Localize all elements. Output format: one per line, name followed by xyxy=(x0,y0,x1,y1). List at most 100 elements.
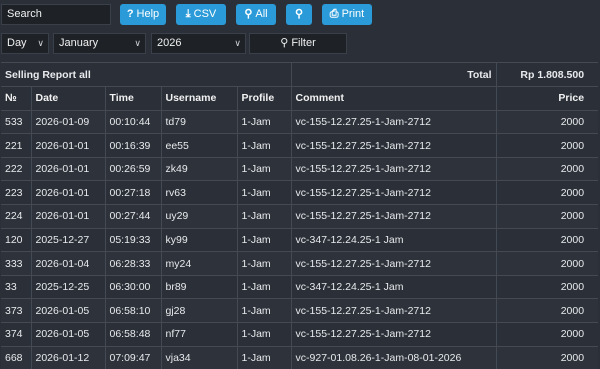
column-header-time[interactable]: Time xyxy=(105,86,162,111)
csv-label: CSV xyxy=(193,8,217,20)
cell-profile: 1-Jam xyxy=(237,204,292,229)
column-header-no[interactable]: № xyxy=(1,86,32,111)
report-title: Selling Report all xyxy=(1,63,292,88)
cell-comment: vc-155-12.27.25-1-Jam-2712 xyxy=(291,133,497,158)
filter-button[interactable]: ⚲ Filter xyxy=(249,33,347,54)
all-label: All xyxy=(255,8,268,20)
cell-profile: 1-Jam xyxy=(237,298,292,324)
cell-time: 00:10:44 xyxy=(105,110,162,135)
cell-profile: 1-Jam xyxy=(237,346,292,369)
cell-price: 2000 xyxy=(496,157,598,182)
chevron-down-icon: ∨ xyxy=(134,38,141,48)
download-icon: ⤓ xyxy=(185,8,191,20)
chevron-down-icon: ∨ xyxy=(234,38,241,48)
cell-no: 223 xyxy=(1,180,32,206)
report-summary-row: Selling Report all Total Rp 1.808.500 xyxy=(1,63,598,88)
cell-date: 2026-01-04 xyxy=(31,251,106,276)
csv-button[interactable]: ⤓ CSV xyxy=(176,4,226,25)
table-row: 224 2026-01-01 00:27:44 uy29 1-Jam vc-155-12.… xyxy=(1,204,598,229)
cell-time: 07:09:47 xyxy=(105,346,162,369)
search-icon: ⚲ xyxy=(294,8,304,20)
help-label: Help xyxy=(136,8,160,20)
cell-username: my24 xyxy=(161,251,238,276)
cell-username: br89 xyxy=(161,275,238,300)
help-button[interactable]: ? Help xyxy=(120,4,166,25)
cell-time: 00:26:59 xyxy=(105,157,162,182)
chevron-down-icon: ∨ xyxy=(37,38,44,48)
cell-time: 06:58:48 xyxy=(105,322,162,347)
cell-comment: vc-155-12.27.25-1-Jam-2712 xyxy=(291,157,497,182)
period-select[interactable]: Day ∨ xyxy=(1,33,49,54)
cell-price: 2000 xyxy=(496,133,598,158)
cell-profile: 1-Jam xyxy=(237,157,292,182)
month-select[interactable]: January ∨ xyxy=(53,33,146,54)
all-button[interactable]: ⚲ All xyxy=(236,4,276,25)
cell-price: 2000 xyxy=(496,110,598,135)
cell-comment: vc-155-12.27.25-1-Jam-2712 xyxy=(291,110,497,135)
cell-price: 2000 xyxy=(496,180,598,206)
cell-comment: vc-155-12.27.25-1-Jam-2712 xyxy=(291,322,497,347)
cell-time: 00:27:18 xyxy=(105,180,162,206)
table-row: 373 2026-01-05 06:58:10 gj28 1-Jam vc-155-12.… xyxy=(1,298,598,324)
table-row: 668 2026-01-12 07:09:47 vja34 1-Jam vc-927-01… xyxy=(1,346,598,369)
cell-price: 2000 xyxy=(496,228,598,253)
cell-date: 2026-01-12 xyxy=(31,346,106,369)
cell-profile: 1-Jam xyxy=(237,322,292,347)
table-row: 333 2026-01-04 06:28:33 my24 1-Jam vc-155-12.… xyxy=(1,251,598,276)
cell-date: 2026-01-05 xyxy=(31,322,106,347)
cell-comment: vc-155-12.27.25-1-Jam-2712 xyxy=(291,298,497,324)
cell-time: 05:19:33 xyxy=(105,228,162,253)
column-header-date[interactable]: Date xyxy=(31,86,106,111)
cell-comment: vc-347-12.24.25-1 Jam xyxy=(291,228,497,253)
toolbar: Search ? Help ⤓ CSV ⚲ All ⚲ ⎙ Print Day ∨ Ja… xyxy=(0,0,600,62)
cell-username: uy29 xyxy=(161,204,238,229)
cell-date: 2026-01-05 xyxy=(31,298,106,324)
cell-no: 373 xyxy=(1,298,32,324)
cell-price: 2000 xyxy=(496,298,598,324)
cell-no: 33 xyxy=(1,275,32,300)
search-input[interactable]: Search xyxy=(1,4,111,25)
cell-price: 2000 xyxy=(496,204,598,229)
table-row: 33 2025-12-25 06:30:00 br89 1-Jam vc-347-12.2… xyxy=(1,275,598,300)
cell-date: 2026-01-09 xyxy=(31,110,106,135)
cell-price: 2000 xyxy=(496,251,598,276)
column-header-profile[interactable]: Profile xyxy=(237,86,292,111)
month-value: January xyxy=(59,37,99,49)
year-value: 2026 xyxy=(157,37,182,49)
table-row: 120 2025-12-27 05:19:33 ky99 1-Jam vc-347-12.… xyxy=(1,228,598,253)
column-header-price[interactable]: Price xyxy=(496,86,598,111)
question-icon: ? xyxy=(126,8,134,20)
column-header-username[interactable]: Username xyxy=(161,86,238,111)
cell-comment: vc-155-12.27.25-1-Jam-2712 xyxy=(291,204,497,229)
print-button[interactable]: ⎙ Print xyxy=(322,4,372,25)
cell-no: 222 xyxy=(1,157,32,182)
cell-profile: 1-Jam xyxy=(237,275,292,300)
cell-username: nf77 xyxy=(161,322,238,347)
cell-no: 533 xyxy=(1,110,32,135)
cell-date: 2026-01-01 xyxy=(31,157,106,182)
cell-date: 2026-01-01 xyxy=(31,180,106,206)
cell-no: 668 xyxy=(1,346,32,369)
print-icon: ⎙ xyxy=(329,8,339,20)
table-row: 222 2026-01-01 00:26:59 zk49 1-Jam vc-155-12.… xyxy=(1,157,598,182)
cell-profile: 1-Jam xyxy=(237,180,292,206)
print-label: Print xyxy=(341,8,365,20)
cell-username: td79 xyxy=(161,110,238,135)
search-button[interactable]: ⚲ xyxy=(286,4,312,25)
column-header-comment[interactable]: Comment xyxy=(291,86,497,111)
report-table-container: Selling Report all Total Rp 1.808.500 № … xyxy=(1,62,598,369)
table-row: 223 2026-01-01 00:27:18 rv63 1-Jam vc-155-12.… xyxy=(1,180,598,206)
cell-no: 224 xyxy=(1,204,32,229)
cell-username: zk49 xyxy=(161,157,238,182)
cell-price: 2000 xyxy=(496,275,598,300)
total-label: Total xyxy=(291,63,497,88)
cell-date: 2026-01-01 xyxy=(31,133,106,158)
cell-comment: vc-927-01.08.26-1-Jam-08-01-2026 xyxy=(291,346,497,369)
cell-username: rv63 xyxy=(161,180,238,206)
year-select[interactable]: 2026 ∨ xyxy=(151,33,246,54)
cell-username: ky99 xyxy=(161,228,238,253)
table-row: 374 2026-01-05 06:58:48 nf77 1-Jam vc-155-12.… xyxy=(1,322,598,347)
cell-no: 374 xyxy=(1,322,32,347)
cell-username: ee55 xyxy=(161,133,238,158)
cell-no: 120 xyxy=(1,228,32,253)
